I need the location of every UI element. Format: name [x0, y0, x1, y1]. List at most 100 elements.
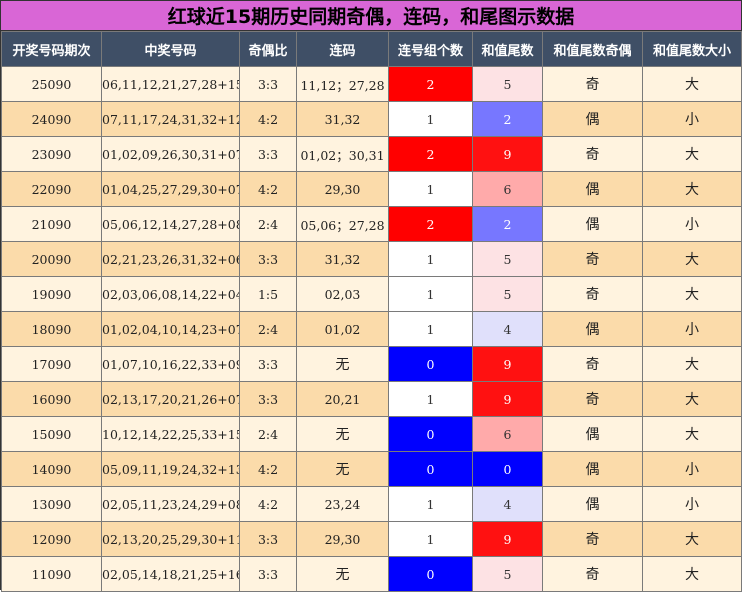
- numbers-cell: 02,21,23,26,31,32+06: [101, 241, 240, 277]
- tail-cell: 9: [472, 136, 543, 172]
- count-cell: 1: [388, 171, 473, 207]
- period-cell: 16090: [1, 381, 102, 417]
- header-consec: 连码: [296, 31, 389, 67]
- ratio-cell: 3:3: [239, 521, 297, 557]
- parity-cell: 奇: [542, 241, 643, 277]
- numbers-cell: 05,06,12,14,27,28+08: [101, 206, 240, 242]
- ratio-cell: 3:3: [239, 381, 297, 417]
- size-cell: 大: [642, 521, 742, 557]
- size-cell: 大: [642, 241, 742, 277]
- tail-cell: 9: [472, 381, 543, 417]
- numbers-cell: 01,07,10,16,22,33+09: [101, 346, 240, 382]
- size-cell: 大: [642, 556, 742, 592]
- count-cell: 0: [388, 556, 473, 592]
- ratio-cell: 1:5: [239, 276, 297, 312]
- count-cell: 2: [388, 66, 473, 102]
- size-cell: 小: [642, 451, 742, 487]
- period-cell: 15090: [1, 416, 102, 452]
- consec-cell: 无: [296, 416, 389, 452]
- consec-cell: 29,30: [296, 171, 389, 207]
- ratio-cell: 3:3: [239, 556, 297, 592]
- table-row: 13090 02,05,11,23,24,29+08 4:2 23,24 1 4 偶小: [1, 486, 742, 522]
- period-cell: 12090: [1, 521, 102, 557]
- size-cell: 小: [642, 311, 742, 347]
- consec-cell: 05,06；27,28: [296, 206, 389, 242]
- size-cell: 大: [642, 276, 742, 312]
- parity-cell: 奇: [542, 136, 643, 172]
- tail-cell: 6: [472, 171, 543, 207]
- table-row: 22090 01,04,25,27,29,30+07 4:2 29,30 1 6 偶大: [1, 171, 742, 207]
- ratio-cell: 4:2: [239, 486, 297, 522]
- table-row: 15090 10,12,14,22,25,33+15 2:4 无 0 6 偶大: [1, 416, 742, 452]
- tail-cell: 6: [472, 416, 543, 452]
- tail-cell: 4: [472, 311, 543, 347]
- table-row: 11090 02,05,14,18,21,25+16 3:3 无 0 5 奇大: [1, 556, 742, 592]
- parity-cell: 偶: [542, 311, 643, 347]
- consec-cell: 23,24: [296, 486, 389, 522]
- count-cell: 0: [388, 451, 473, 487]
- consec-cell: 20,21: [296, 381, 389, 417]
- parity-cell: 奇: [542, 381, 643, 417]
- numbers-cell: 02,13,17,20,21,26+07: [101, 381, 240, 417]
- period-cell: 23090: [1, 136, 102, 172]
- tail-cell: 5: [472, 276, 543, 312]
- consec-cell: 31,32: [296, 241, 389, 277]
- count-cell: 1: [388, 101, 473, 137]
- table-row: 18090 01,02,04,10,14,23+07 2:4 01,02 1 4 偶小: [1, 311, 742, 347]
- numbers-cell: 02,05,11,23,24,29+08: [101, 486, 240, 522]
- size-cell: 小: [642, 101, 742, 137]
- table-row: 12090 02,13,20,25,29,30+11 3:3 29,30 1 9 奇大: [1, 521, 742, 557]
- count-cell: 1: [388, 486, 473, 522]
- consec-cell: 01,02；30,31: [296, 136, 389, 172]
- consec-cell: 无: [296, 556, 389, 592]
- numbers-cell: 02,03,06,08,14,22+04: [101, 276, 240, 312]
- period-cell: 18090: [1, 311, 102, 347]
- tail-cell: 2: [472, 206, 543, 242]
- parity-cell: 奇: [542, 66, 643, 102]
- size-cell: 大: [642, 66, 742, 102]
- ratio-cell: 3:3: [239, 136, 297, 172]
- numbers-cell: 05,09,11,19,24,32+13: [101, 451, 240, 487]
- count-cell: 0: [388, 416, 473, 452]
- period-cell: 11090: [1, 556, 102, 592]
- table-body: 25090 06,11,12,21,27,28+15 3:3 11,12；27,28 2…: [1, 66, 742, 592]
- size-cell: 大: [642, 171, 742, 207]
- header-numbers: 中奖号码: [101, 31, 240, 67]
- period-cell: 21090: [1, 206, 102, 242]
- ratio-cell: 4:2: [239, 171, 297, 207]
- period-cell: 20090: [1, 241, 102, 277]
- ratio-cell: 4:2: [239, 101, 297, 137]
- lottery-stats-panel: 红球近15期历史同期奇偶，连码，和尾图示数据 开奖号码期次 中奖号码 奇偶比 连…: [0, 0, 742, 592]
- parity-cell: 奇: [542, 276, 643, 312]
- numbers-cell: 10,12,14,22,25,33+15: [101, 416, 240, 452]
- ratio-cell: 4:2: [239, 451, 297, 487]
- parity-cell: 偶: [542, 486, 643, 522]
- numbers-cell: 01,04,25,27,29,30+07: [101, 171, 240, 207]
- count-cell: 1: [388, 521, 473, 557]
- ratio-cell: 3:3: [239, 346, 297, 382]
- numbers-cell: 06,11,12,21,27,28+15: [101, 66, 240, 102]
- table-row: 14090 05,09,11,19,24,32+13 4:2 无 0 0 偶小: [1, 451, 742, 487]
- tail-cell: 4: [472, 486, 543, 522]
- stats-table: 开奖号码期次 中奖号码 奇偶比 连码 连号组个数 和值尾数 和值尾数奇偶 和值尾…: [1, 31, 742, 592]
- page-title: 红球近15期历史同期奇偶，连码，和尾图示数据: [1, 1, 741, 31]
- numbers-cell: 07,11,17,24,31,32+12: [101, 101, 240, 137]
- numbers-cell: 01,02,09,26,30,31+07: [101, 136, 240, 172]
- table-row: 20090 02,21,23,26,31,32+06 3:3 31,32 1 5 奇大: [1, 241, 742, 277]
- table-row: 23090 01,02,09,26,30,31+07 3:3 01,02；30,31 2…: [1, 136, 742, 172]
- tail-cell: 9: [472, 521, 543, 557]
- count-cell: 1: [388, 311, 473, 347]
- count-cell: 2: [388, 206, 473, 242]
- ratio-cell: 2:4: [239, 416, 297, 452]
- consec-cell: 01,02: [296, 311, 389, 347]
- header-tail: 和值尾数: [472, 31, 543, 67]
- period-cell: 14090: [1, 451, 102, 487]
- parity-cell: 奇: [542, 346, 643, 382]
- count-cell: 1: [388, 381, 473, 417]
- period-cell: 24090: [1, 101, 102, 137]
- numbers-cell: 02,05,14,18,21,25+16: [101, 556, 240, 592]
- consec-cell: 02,03: [296, 276, 389, 312]
- period-cell: 17090: [1, 346, 102, 382]
- period-cell: 22090: [1, 171, 102, 207]
- consec-cell: 无: [296, 346, 389, 382]
